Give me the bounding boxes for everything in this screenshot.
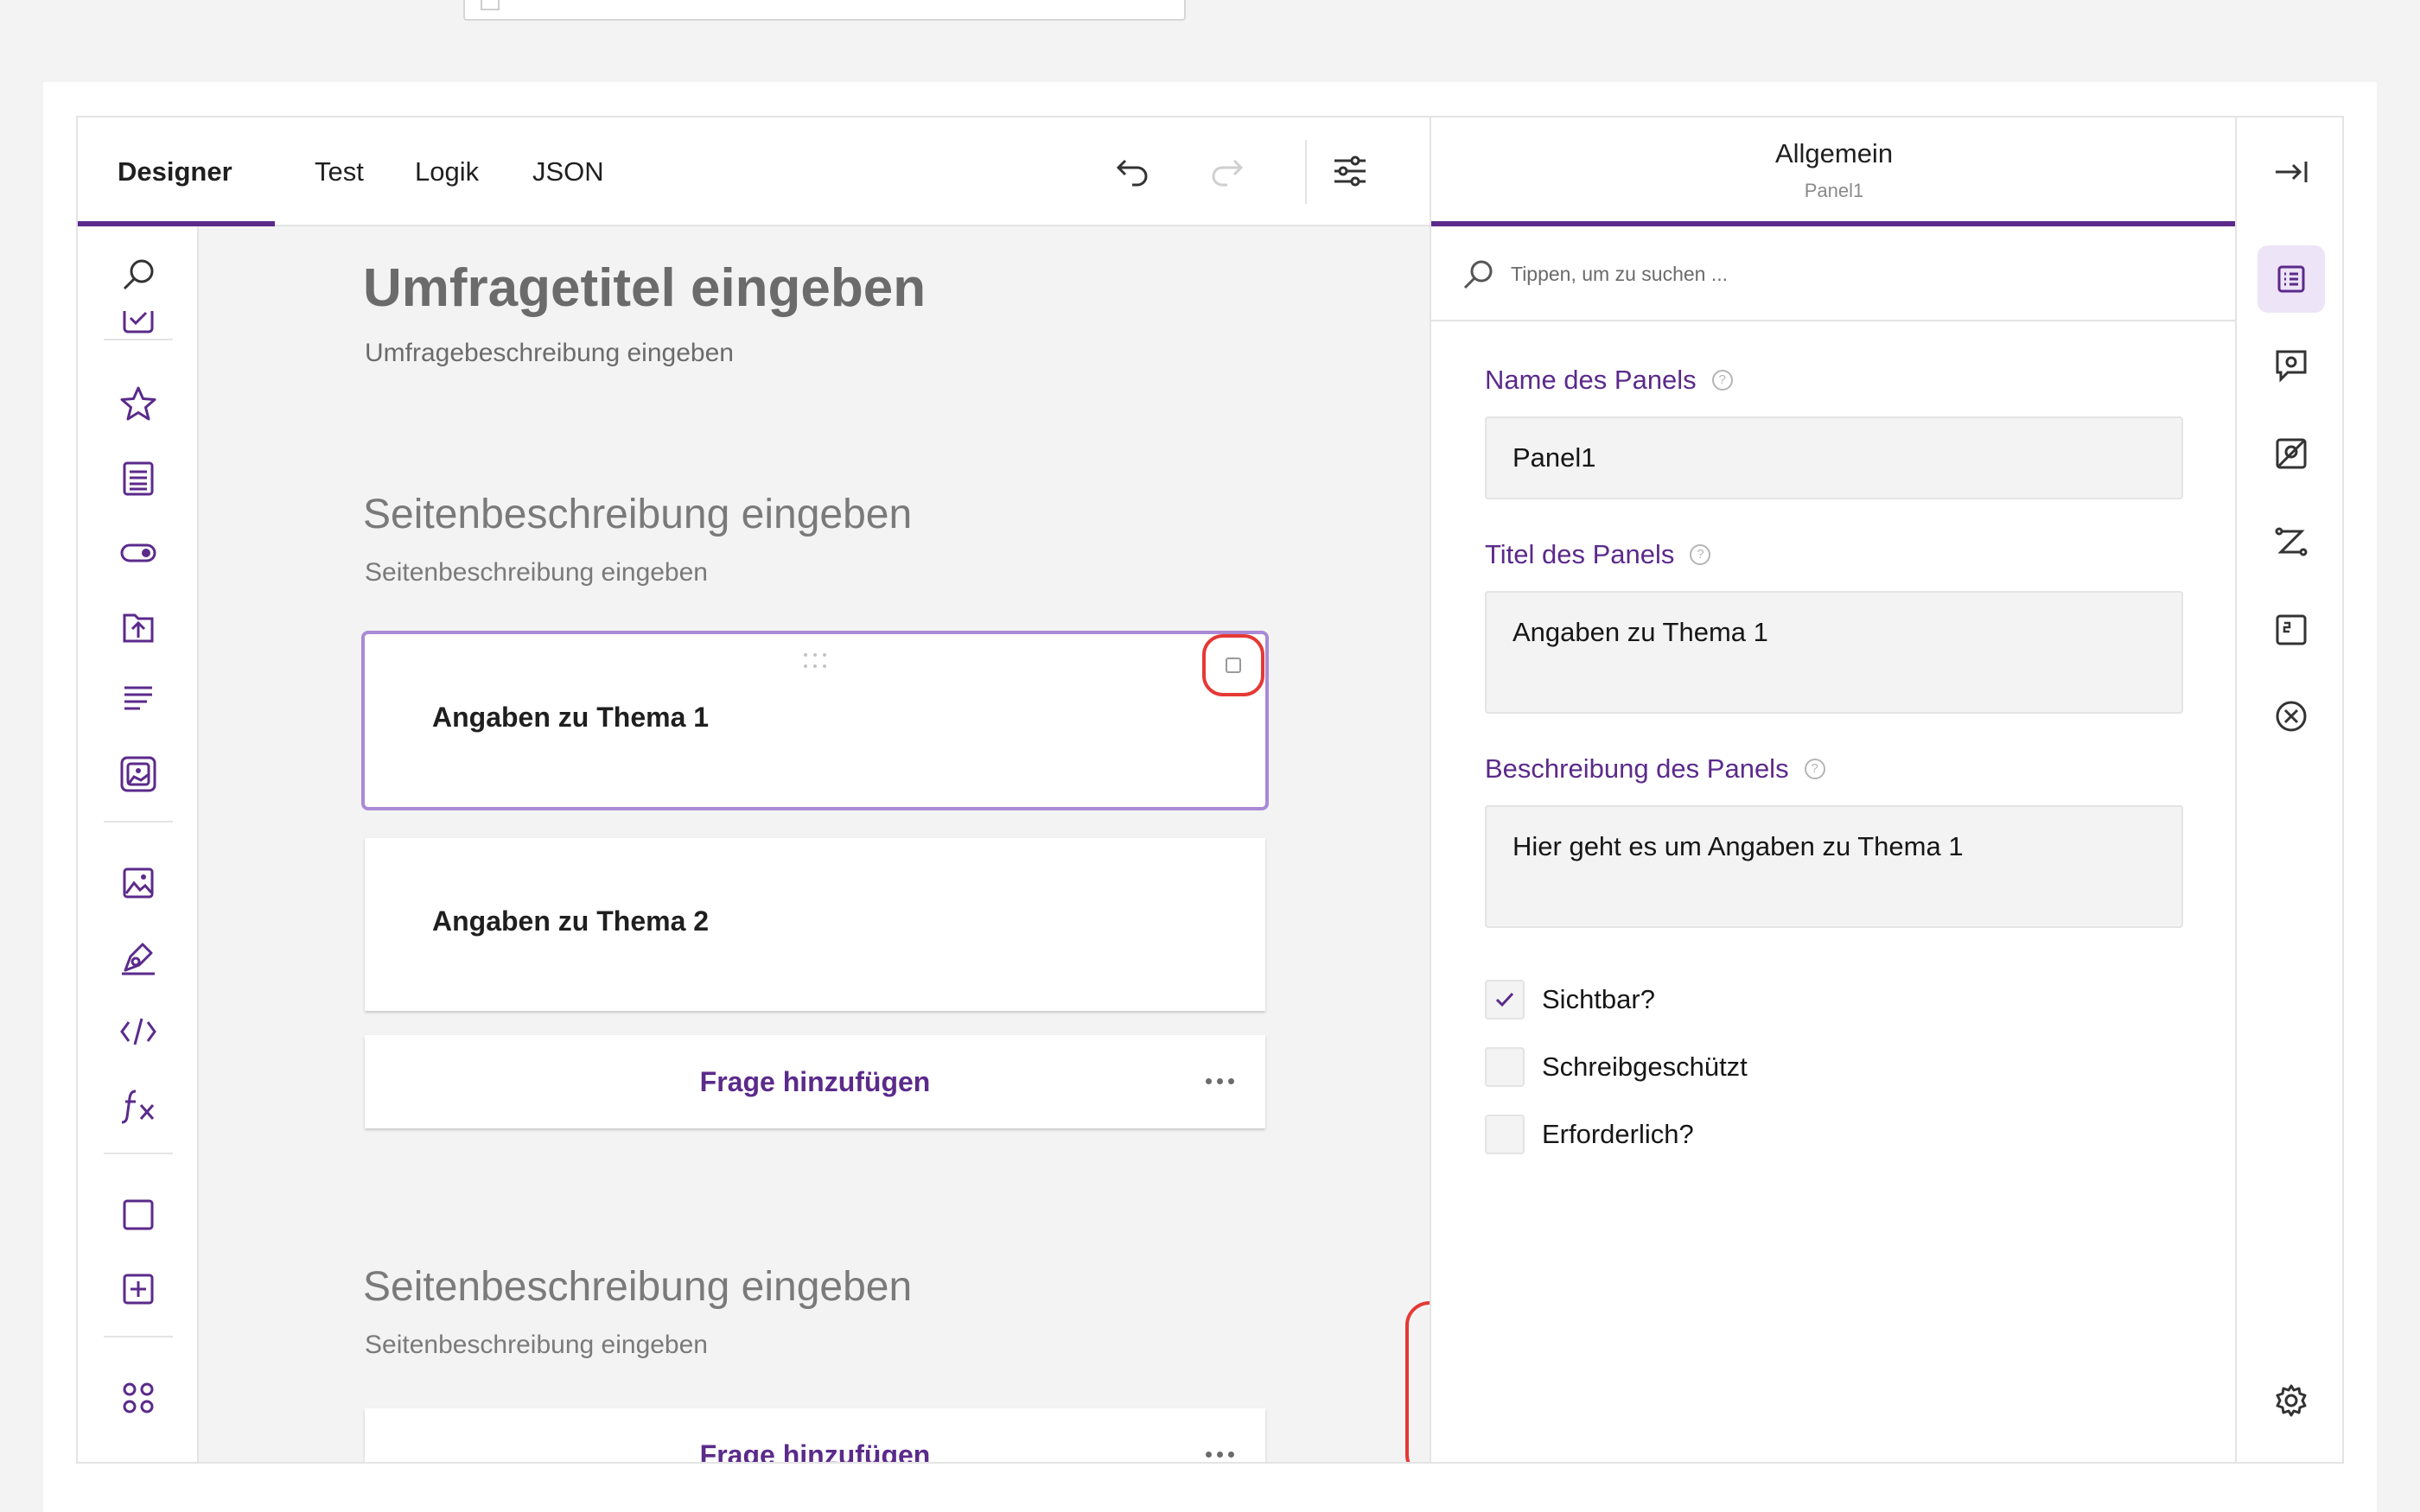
star-rating-icon[interactable]: [112, 378, 164, 430]
toolbar-divider: [1305, 140, 1307, 204]
readonly-checkbox[interactable]: Schreibgeschützt: [1485, 1047, 1748, 1087]
more-options-icon[interactable]: [1206, 1452, 1234, 1458]
add-question-bar: Frage hinzufügen: [365, 1035, 1265, 1128]
checkbox-unchecked[interactable]: [1485, 1115, 1525, 1154]
tab-bar: Designer Test Logik JSON: [78, 118, 1430, 226]
comment-text-icon[interactable]: [112, 674, 164, 726]
help-icon[interactable]: ?: [1690, 544, 1711, 565]
survey-description[interactable]: Umfragebeschreibung eingeben: [365, 339, 734, 368]
property-category-bar: [2235, 118, 2342, 1462]
signature-pad-icon[interactable]: [112, 931, 164, 983]
top-input-field[interactable]: [463, 0, 1186, 21]
dropdown-list-icon[interactable]: [112, 453, 164, 505]
panel-title-input[interactable]: Angaben zu Thema 1: [1485, 591, 2183, 714]
conditions-icon[interactable]: [2258, 420, 2325, 487]
expression-icon[interactable]: [112, 1080, 164, 1132]
selected-object-name: Panel1: [1804, 180, 1864, 201]
drag-handle-icon[interactable]: [804, 653, 830, 670]
name-label: Name des Panels?: [1485, 365, 1733, 396]
top-strip: [0, 0, 2420, 82]
title-label: Titel des Panels?: [1485, 539, 1711, 570]
dynamic-panel-icon[interactable]: [112, 1263, 164, 1315]
collapse-panel-button[interactable]: [1202, 634, 1264, 696]
collapse-panel-icon[interactable]: [2258, 138, 2325, 206]
page-1-title[interactable]: Seitenbeschreibung eingeben: [363, 491, 912, 538]
tab-designer[interactable]: Designer: [118, 118, 232, 226]
navigation-icon[interactable]: [2258, 508, 2325, 575]
image-picker-icon[interactable]: [112, 748, 164, 800]
design-surface: Umfragetitel eingeben Umfragebeschreibun…: [199, 226, 1430, 1462]
toolbox-divider-1: [104, 821, 173, 823]
more-options-icon[interactable]: [1206, 1078, 1234, 1084]
tab-logic[interactable]: Logik: [415, 118, 479, 226]
property-grid: Allgemein Panel1 Tippen, um zu suchen ..…: [1430, 118, 2237, 1462]
settings-sliders-icon[interactable]: [1324, 145, 1376, 197]
boolean-toggle-icon[interactable]: [112, 527, 164, 579]
page-2-description[interactable]: Seitenbeschreibung eingeben: [365, 1331, 708, 1360]
collapse-square-icon: [1226, 658, 1241, 673]
panel-thema-1[interactable]: Angaben zu Thema 1: [361, 631, 1269, 810]
check-icon: [1495, 992, 1514, 1007]
panel-title[interactable]: Angaben zu Thema 2: [432, 905, 709, 937]
survey-title[interactable]: Umfragetitel eingeben: [363, 257, 926, 319]
panel-description-input[interactable]: Hier geht es um Angaben zu Thema 1: [1485, 805, 2183, 928]
file-upload-icon[interactable]: [112, 601, 164, 653]
toolbox-divider-2: [104, 1153, 173, 1154]
required-label: Erforderlich?: [1542, 1119, 1694, 1149]
page-2-title[interactable]: Seitenbeschreibung eingeben: [363, 1263, 912, 1311]
undo-icon[interactable]: [1106, 145, 1158, 197]
category-title[interactable]: Allgemein: [1431, 138, 2237, 169]
highlighted-control-group: [1405, 1301, 1430, 1462]
visible-checkbox[interactable]: Sichtbar?: [1485, 980, 1655, 1020]
settings-gear-icon[interactable]: [2258, 1367, 2325, 1434]
readonly-label: Schreibgeschützt: [1542, 1051, 1748, 1082]
description-label: Beschreibung des Panels?: [1485, 753, 1825, 785]
checkbox-icon[interactable]: [112, 311, 164, 337]
toolbox: [78, 226, 199, 1462]
checkbox-unchecked[interactable]: [1485, 1047, 1525, 1087]
numbering-icon[interactable]: [2258, 596, 2325, 664]
toolbox-divider-3: [104, 1336, 173, 1337]
property-grid-header: Allgemein Panel1: [1431, 118, 2237, 226]
image-placeholder-icon: [481, 0, 500, 10]
name-label-text: Name des Panels: [1485, 365, 1697, 395]
html-code-icon[interactable]: [112, 1006, 164, 1058]
title-label-text: Titel des Panels: [1485, 539, 1675, 569]
description-label-text: Beschreibung des Panels: [1485, 753, 1789, 784]
required-checkbox[interactable]: Erforderlich?: [1485, 1115, 1694, 1154]
general-properties-icon[interactable]: [2258, 245, 2325, 313]
page-1-description[interactable]: Seitenbeschreibung eingeben: [365, 558, 708, 588]
add-question-button-2[interactable]: Frage hinzufügen: [365, 1408, 1265, 1462]
help-icon[interactable]: ?: [1804, 759, 1825, 779]
property-search-bar[interactable]: Tippen, um zu suchen ...: [1431, 226, 2237, 321]
checkbox-checked[interactable]: [1485, 980, 1525, 1020]
validation-icon[interactable]: [2258, 683, 2325, 750]
panel-name-input[interactable]: Panel1: [1485, 416, 2183, 499]
image-icon[interactable]: [112, 857, 164, 909]
search-placeholder[interactable]: Tippen, um zu suchen ...: [1511, 263, 1728, 286]
panel-thema-2[interactable]: Angaben zu Thema 2: [365, 838, 1265, 1011]
visible-label: Sichtbar?: [1542, 984, 1655, 1014]
toolbox-fade-divider: [104, 339, 173, 340]
more-icon[interactable]: [112, 1372, 164, 1424]
help-icon[interactable]: ?: [1711, 370, 1733, 391]
add-question-bar-2: Frage hinzufügen: [365, 1408, 1265, 1462]
logic-icon[interactable]: [2258, 332, 2325, 399]
panel-icon[interactable]: [112, 1189, 164, 1241]
tab-test[interactable]: Test: [315, 118, 364, 226]
redo-icon[interactable]: [1201, 145, 1253, 197]
search-icon: [1461, 257, 1495, 292]
search-icon[interactable]: [112, 249, 164, 301]
panel-title[interactable]: Angaben zu Thema 1: [432, 702, 709, 734]
survey-creator: Designer Test Logik JSON Umfragetitel ei…: [76, 116, 2344, 1464]
add-question-button[interactable]: Frage hinzufügen: [365, 1035, 1265, 1128]
tab-json[interactable]: JSON: [532, 118, 604, 226]
